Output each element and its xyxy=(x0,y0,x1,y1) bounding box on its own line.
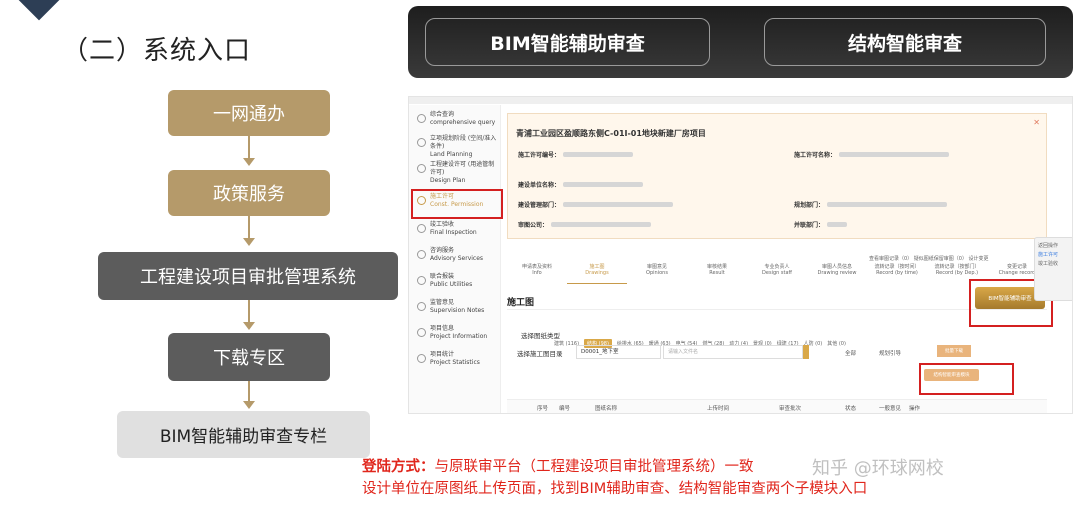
login-note: 登陆方式：与原联审平台（工程建设项目审批管理系统）一致 设计单位在原图纸上传页面… xyxy=(362,456,867,500)
note-icon xyxy=(417,302,426,311)
system-screenshot: 综合查询 comprehensive query 立项规划阶段 (空间/准入条件)… xyxy=(408,96,1073,414)
search-icon xyxy=(417,114,426,123)
col-batch: 审查批次 xyxy=(779,406,802,412)
watermark: 知乎 @环球网校 xyxy=(812,458,944,479)
flow-arrow xyxy=(248,136,250,158)
float-permit[interactable]: 施工许可 xyxy=(1038,251,1070,260)
structure-review-banner-button[interactable]: 结构智能审查 xyxy=(764,18,1046,66)
arrow-down-icon xyxy=(243,401,255,409)
service-icon xyxy=(417,250,426,259)
link-icon xyxy=(417,276,426,285)
highlight-frame-permission xyxy=(411,189,503,219)
col-upload-time: 上传时间 xyxy=(707,406,730,412)
filename-search-input[interactable]: 请输入文件名 xyxy=(663,345,803,359)
tab-drawings[interactable]: 施工图 Drawings xyxy=(567,264,627,284)
sidebar-item-statistics[interactable]: 项目统计 Project Statistics xyxy=(417,351,480,367)
flow-arrow xyxy=(248,216,250,238)
field-mgmt-dept: 建设管理部门： xyxy=(518,200,674,209)
switch-icon xyxy=(417,164,426,173)
arrow-down-icon xyxy=(243,238,255,246)
drawing-table-header: 序号 编号 图纸名称 上传时间 审查批次 状态 一般意见 操作 xyxy=(507,399,1047,413)
tree-icon xyxy=(417,138,426,147)
tab-result[interactable]: 审核结果 Result xyxy=(687,264,747,284)
project-title: 青浦工业园区盈顺路东侧C-01I-01地块新建厂房项目 xyxy=(516,129,706,138)
sidebar: 综合查询 comprehensive query 立项规划阶段 (空间/准入条件)… xyxy=(409,105,501,413)
tab-drawing-review[interactable]: 审图人员信息 Drawing review xyxy=(807,264,867,284)
col-name: 图纸名称 xyxy=(595,406,618,412)
col-code: 编号 xyxy=(559,406,571,412)
sidebar-item-design-plan[interactable]: 工程建设许可 (用途管制许可) Design Plan xyxy=(417,161,500,185)
tab-design-staff[interactable]: 专业负责人 Design staff xyxy=(747,264,807,284)
col-status: 状态 xyxy=(845,406,857,412)
col-action: 操作 xyxy=(909,406,921,412)
sidebar-item-supervision[interactable]: 监管意见 Supervision Notes xyxy=(417,299,484,315)
flow-step-download: 下载专区 xyxy=(168,333,330,381)
mail-icon xyxy=(417,224,426,233)
field-review-company: 审图公司： xyxy=(518,220,652,229)
info-icon xyxy=(417,328,426,337)
flow-step-one-network: 一网通办 xyxy=(168,90,330,136)
sidebar-item-query[interactable]: 综合查询 comprehensive query xyxy=(417,111,495,127)
arrow-down-icon xyxy=(243,322,255,330)
note-line-2: 设计单位在原图纸上传页面，找到BIM辅助审查、结构智能审查两个子模块入口 xyxy=(362,481,868,497)
arrow-down-icon xyxy=(243,158,255,166)
tab-bar: 申请表及资料 Info 施工图 Drawings 审图意见 Opinions 审核结果… xyxy=(507,264,1047,284)
search-button[interactable] xyxy=(803,345,809,359)
field-permit-no: 施工许可编号： xyxy=(518,150,634,159)
corner-decoration xyxy=(3,0,75,21)
drawing-dir-label: 选择施工图目录 xyxy=(517,350,563,358)
note-line-1: 与原联审平台（工程建设项目审批管理系统）一致 xyxy=(434,459,754,475)
col-opinion: 一般意见 xyxy=(879,406,902,412)
tab-record-time[interactable]: 流转记录（按时间） Record (by time) xyxy=(867,264,927,284)
flow-step-bim-column: BIM智能辅助审查专栏 xyxy=(117,411,370,458)
sidebar-item-land-planning[interactable]: 立项规划阶段 (空间/准入条件) Land Planning xyxy=(417,135,500,159)
sidebar-item-project-info[interactable]: 项目信息 Project Information xyxy=(417,325,487,341)
flow-step-policy: 政策服务 xyxy=(168,170,330,216)
highlight-frame-structure xyxy=(919,363,1014,395)
batch-download-button[interactable]: 批量下载 xyxy=(937,345,971,357)
filter-all-radio[interactable]: 全部 xyxy=(845,349,856,357)
chip-other[interactable]: 其他 (0) xyxy=(827,340,846,347)
drawings-title: 施工图 xyxy=(507,298,535,308)
field-parallel-dept: 并联部门： xyxy=(794,220,848,229)
chart-icon xyxy=(417,354,426,363)
divider xyxy=(507,309,1047,310)
sidebar-item-utilities[interactable]: 联合报装 Public Utilities xyxy=(417,273,472,289)
col-index: 序号 xyxy=(537,406,549,412)
field-permit-name: 施工许可名称： xyxy=(794,150,950,159)
tab-info[interactable]: 申请表及资料 Info xyxy=(507,264,567,284)
section-title: （二）系统入口 xyxy=(62,36,252,66)
review-record-links[interactable]: 查看审图记录（0） 疑似图纸保留审图（0） 设计变更 xyxy=(869,255,989,262)
field-builder: 建设单位名称： xyxy=(518,180,644,189)
top-banner: BIM智能辅助审查 结构智能审查 xyxy=(408,6,1073,78)
filter-planning-checkbox[interactable]: 规划引导 xyxy=(879,349,901,357)
bim-review-banner-button[interactable]: BIM智能辅助审查 xyxy=(425,18,710,66)
flow-arrow xyxy=(248,381,250,401)
screenshot-topbar xyxy=(409,97,1072,104)
sidebar-item-advisory[interactable]: 咨询服务 Advisory Services xyxy=(417,247,483,263)
project-info-card: ✕ 青浦工业园区盈顺路东侧C-01I-01地块新建厂房项目 施工许可编号： 施工… xyxy=(507,113,1047,239)
drawing-dir-select[interactable]: D0001_地下室 xyxy=(576,345,661,359)
field-planning-dept: 规划部门： xyxy=(794,200,948,209)
right-float-panel: 返回操作 施工许可 竣工验收 xyxy=(1034,237,1072,301)
float-back[interactable]: 返回操作 xyxy=(1038,242,1070,251)
flow-arrow xyxy=(248,300,250,322)
float-inspection[interactable]: 竣工验收 xyxy=(1038,260,1070,269)
flow-step-approval-system: 工程建设项目审批管理系统 xyxy=(98,252,398,300)
tab-opinions[interactable]: 审图意见 Opinions xyxy=(627,264,687,284)
close-icon[interactable]: ✕ xyxy=(1033,118,1040,127)
note-label: 登陆方式： xyxy=(362,459,435,475)
sidebar-item-final-inspection[interactable]: 竣工验收 Final Inspection xyxy=(417,221,477,237)
